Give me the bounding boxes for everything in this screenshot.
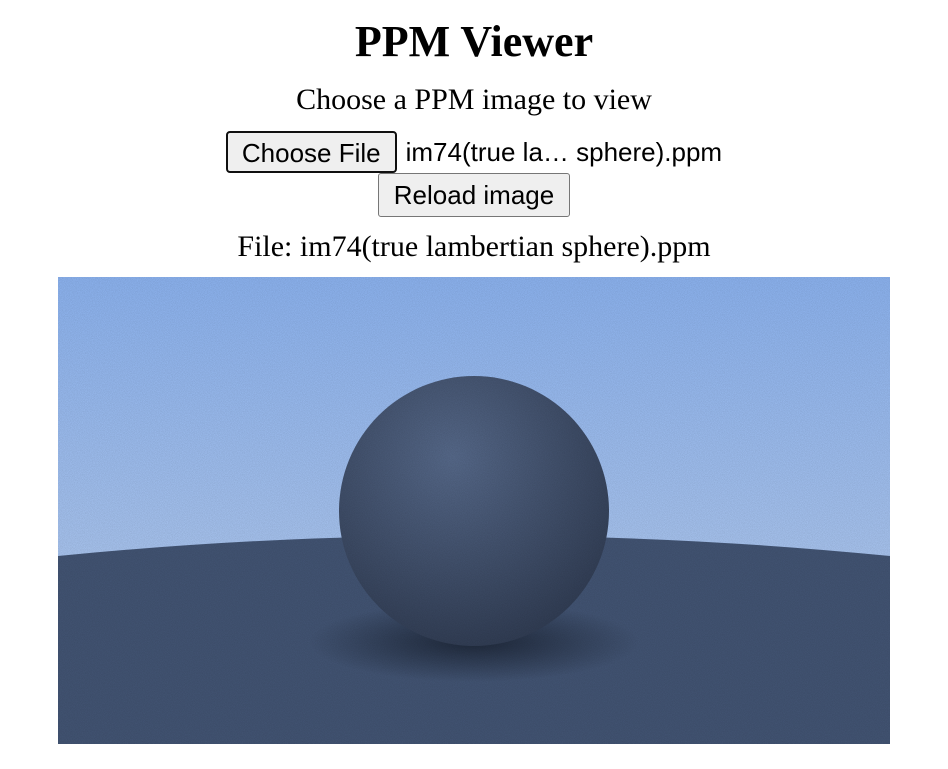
choose-file-button[interactable]: Choose File	[225, 131, 397, 173]
page-subtitle: Choose a PPM image to view	[296, 83, 652, 116]
reload-image-button[interactable]: Reload image	[377, 173, 571, 217]
file-picker: Choose File im74(true la… sphere).ppm	[0, 131, 948, 173]
file-label: File: im74(true lambertian sphere).ppm	[237, 230, 711, 263]
image-canvas	[58, 277, 890, 744]
chosen-filename: im74(true la… sphere).ppm	[405, 136, 723, 167]
page-title: PPM Viewer	[354, 17, 594, 66]
reload-row: Reload image	[0, 173, 948, 217]
render-noise	[58, 277, 890, 744]
